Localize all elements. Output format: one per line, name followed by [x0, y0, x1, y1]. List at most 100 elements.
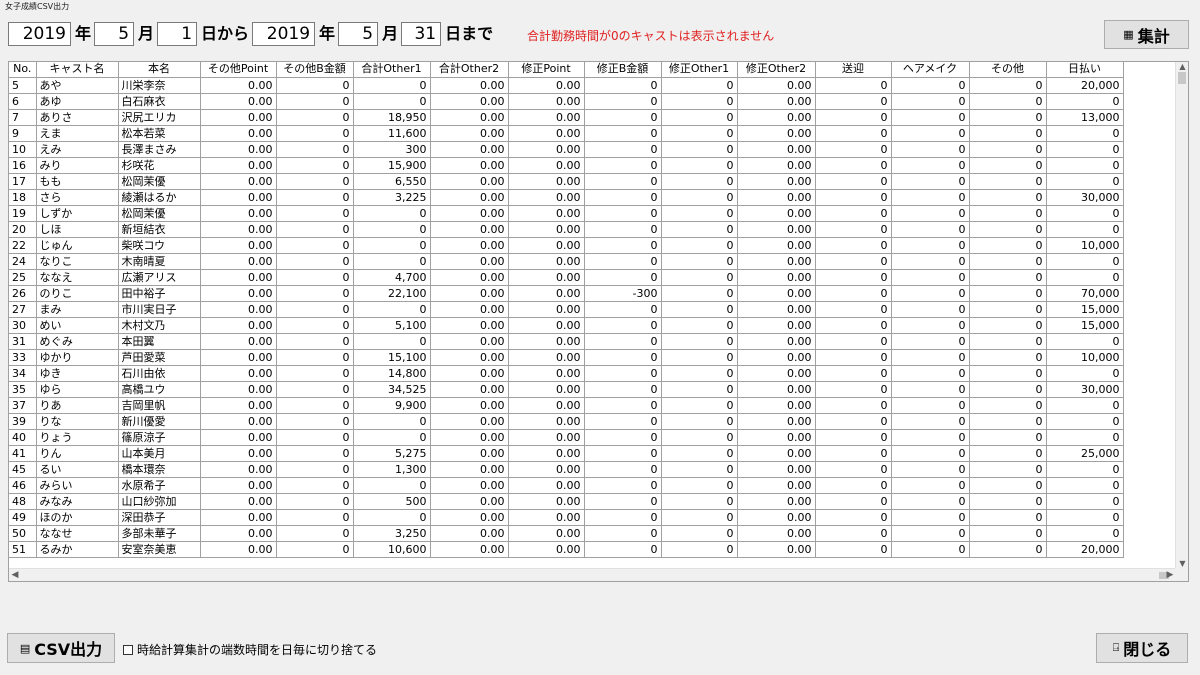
cell-pickup[interactable]: 0 [815, 125, 892, 142]
cell-no[interactable]: 9 [9, 125, 37, 142]
cell-other-point[interactable]: 0.00 [200, 525, 277, 542]
cell-no[interactable]: 25 [9, 269, 37, 286]
column-header-adj-point[interactable]: 修正Point [508, 62, 585, 78]
cell-other-b-amount[interactable]: 0 [276, 509, 354, 526]
cell-adj-other1[interactable]: 0 [661, 397, 738, 414]
cell-hair-makeup[interactable]: 0 [891, 349, 970, 366]
cell-real-name[interactable]: 新垣結衣 [118, 221, 201, 238]
cell-other-b-amount[interactable]: 0 [276, 109, 354, 126]
cell-other-b-amount[interactable]: 0 [276, 445, 354, 462]
cell-adj-point[interactable]: 0.00 [508, 477, 585, 494]
cell-hair-makeup[interactable]: 0 [891, 541, 970, 558]
cell-adj-b-amount[interactable]: 0 [584, 413, 662, 430]
cell-pickup[interactable]: 0 [815, 109, 892, 126]
table-row[interactable]: 16 みり 杉咲花 0.00 0 15,900 0.00 0.00 0 0 0.00 0 0 0 0 [9, 157, 1124, 174]
cell-pickup[interactable]: 0 [815, 237, 892, 254]
table-row[interactable]: 6 あゆ 白石麻衣 0.00 0 0 0.00 0.00 0 0 0.00 0 0 0 0 [9, 93, 1124, 110]
cell-adj-b-amount[interactable]: -300 [584, 285, 662, 302]
cell-hair-makeup[interactable]: 0 [891, 461, 970, 478]
cell-other[interactable]: 0 [969, 333, 1047, 350]
column-header-pickup[interactable]: 送迎 [815, 62, 892, 78]
cell-other[interactable]: 0 [969, 141, 1047, 158]
cell-daily-pay[interactable]: 30,000 [1046, 381, 1124, 398]
cell-no[interactable]: 41 [9, 445, 37, 462]
cell-daily-pay[interactable]: 0 [1046, 205, 1124, 222]
cell-total-other1[interactable]: 6,550 [353, 173, 431, 190]
cell-other-point[interactable]: 0.00 [200, 173, 277, 190]
cell-other-point[interactable]: 0.00 [200, 509, 277, 526]
cell-other-point[interactable]: 0.00 [200, 205, 277, 222]
cell-adj-point[interactable]: 0.00 [508, 493, 585, 510]
cell-adj-b-amount[interactable]: 0 [584, 93, 662, 110]
cell-adj-other2[interactable]: 0.00 [737, 477, 816, 494]
cell-other-point[interactable]: 0.00 [200, 93, 277, 110]
cell-cast-name[interactable]: まみ [36, 301, 119, 318]
cell-adj-other2[interactable]: 0.00 [737, 509, 816, 526]
cell-adj-point[interactable]: 0.00 [508, 93, 585, 110]
cell-adj-other1[interactable]: 0 [661, 269, 738, 286]
cell-total-other2[interactable]: 0.00 [430, 317, 509, 334]
from-year-field[interactable]: 2019 [8, 21, 71, 46]
column-header-adj-other1[interactable]: 修正Other1 [661, 62, 738, 78]
column-header-adj-other2[interactable]: 修正Other2 [737, 62, 816, 78]
cell-hair-makeup[interactable]: 0 [891, 205, 970, 222]
to-year-field[interactable]: 2019 [252, 21, 316, 46]
cell-cast-name[interactable]: るみか [36, 541, 119, 558]
cell-total-other2[interactable]: 0.00 [430, 413, 509, 430]
cell-real-name[interactable]: 多部未華子 [118, 525, 201, 542]
table-row[interactable]: 34 ゆき 石川由依 0.00 0 14,800 0.00 0.00 0 0 0.00 0 0 0 0 [9, 365, 1124, 382]
cell-cast-name[interactable]: りあ [36, 397, 119, 414]
cell-adj-b-amount[interactable]: 0 [584, 333, 662, 350]
cell-adj-point[interactable]: 0.00 [508, 509, 585, 526]
cell-real-name[interactable]: 高橋ユウ [118, 381, 201, 398]
cell-adj-point[interactable]: 0.00 [508, 221, 585, 238]
cell-adj-other1[interactable]: 0 [661, 93, 738, 110]
cell-total-other2[interactable]: 0.00 [430, 237, 509, 254]
cell-real-name[interactable]: 水原希子 [118, 477, 201, 494]
cell-no[interactable]: 7 [9, 109, 37, 126]
cell-other-b-amount[interactable]: 0 [276, 173, 354, 190]
cell-cast-name[interactable]: のりこ [36, 285, 119, 302]
cell-adj-other1[interactable]: 0 [661, 189, 738, 206]
cell-pickup[interactable]: 0 [815, 461, 892, 478]
truncate-checkbox[interactable] [123, 644, 133, 655]
cell-other-point[interactable]: 0.00 [200, 493, 277, 510]
cell-no[interactable]: 34 [9, 365, 37, 382]
cell-no[interactable]: 27 [9, 301, 37, 318]
cell-adj-other1[interactable]: 0 [661, 205, 738, 222]
cell-cast-name[interactable]: なりこ [36, 253, 119, 270]
cell-adj-other1[interactable]: 0 [661, 445, 738, 462]
cell-daily-pay[interactable]: 0 [1046, 125, 1124, 142]
cell-pickup[interactable]: 0 [815, 365, 892, 382]
cell-adj-point[interactable]: 0.00 [508, 429, 585, 446]
cell-cast-name[interactable]: えま [36, 125, 119, 142]
cell-daily-pay[interactable]: 10,000 [1046, 349, 1124, 366]
cell-adj-point[interactable]: 0.00 [508, 141, 585, 158]
cell-hair-makeup[interactable]: 0 [891, 125, 970, 142]
cell-total-other2[interactable]: 0.00 [430, 397, 509, 414]
cell-total-other1[interactable]: 0 [353, 237, 431, 254]
cell-daily-pay[interactable]: 10,000 [1046, 237, 1124, 254]
cell-other-point[interactable]: 0.00 [200, 477, 277, 494]
cell-adj-point[interactable]: 0.00 [508, 317, 585, 334]
cell-adj-point[interactable]: 0.00 [508, 269, 585, 286]
cell-adj-point[interactable]: 0.00 [508, 173, 585, 190]
to-day-field[interactable]: 31 [401, 21, 442, 46]
cell-real-name[interactable]: 白石麻衣 [118, 93, 201, 110]
cell-daily-pay[interactable]: 0 [1046, 509, 1124, 526]
column-header-daily-pay[interactable]: 日払い [1046, 62, 1124, 78]
cell-pickup[interactable]: 0 [815, 157, 892, 174]
cell-pickup[interactable]: 0 [815, 413, 892, 430]
cell-adj-other2[interactable]: 0.00 [737, 301, 816, 318]
cell-real-name[interactable]: 安室奈美恵 [118, 541, 201, 558]
cell-real-name[interactable]: 篠原涼子 [118, 429, 201, 446]
cell-pickup[interactable]: 0 [815, 429, 892, 446]
cell-other-point[interactable]: 0.00 [200, 125, 277, 142]
cell-cast-name[interactable]: りん [36, 445, 119, 462]
vertical-scroll-thumb[interactable] [1178, 72, 1186, 84]
cell-daily-pay[interactable]: 0 [1046, 253, 1124, 270]
cell-total-other1[interactable]: 11,600 [353, 125, 431, 142]
cell-no[interactable]: 26 [9, 285, 37, 302]
cell-daily-pay[interactable]: 0 [1046, 525, 1124, 542]
cell-adj-point[interactable]: 0.00 [508, 397, 585, 414]
